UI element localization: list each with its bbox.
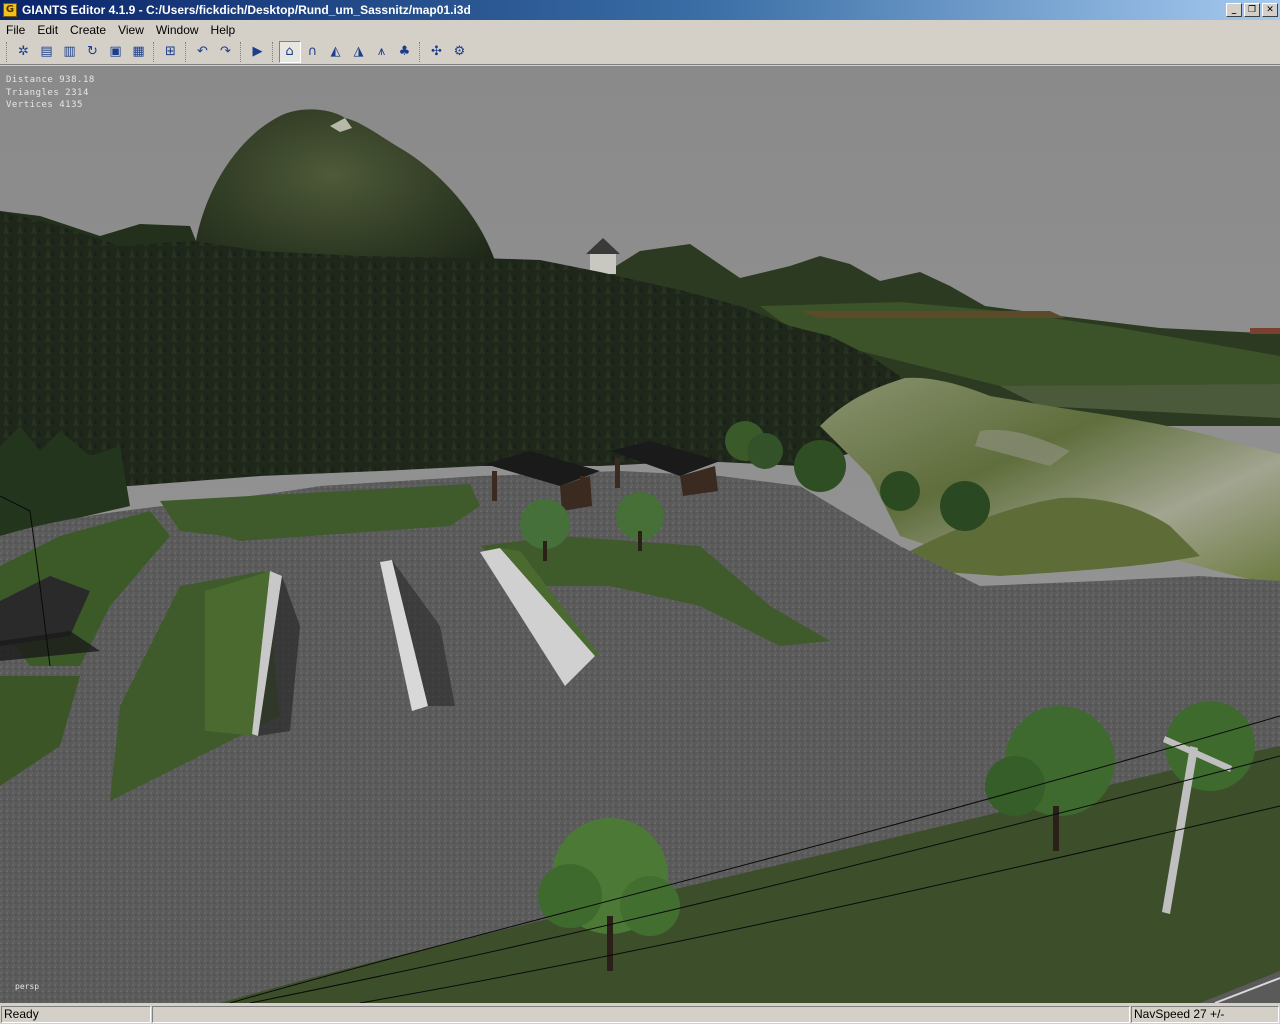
- menu-create[interactable]: Create: [64, 23, 112, 37]
- status-text: Ready: [1, 1006, 151, 1023]
- save-all-icon[interactable]: ▦: [128, 41, 150, 63]
- toolbar-separator: [240, 41, 243, 62]
- reload-icon[interactable]: ↻: [82, 41, 104, 63]
- menu-help[interactable]: Help: [205, 23, 242, 37]
- document-icon[interactable]: ▥: [59, 41, 81, 63]
- toolbar-separator: [419, 41, 422, 62]
- status-panel: [152, 1006, 1130, 1023]
- status-bar: Ready NavSpeed 27 +/-: [0, 1004, 1280, 1024]
- undo-icon[interactable]: ↶: [192, 41, 214, 63]
- restore-button[interactable]: ❐: [1244, 3, 1260, 17]
- far-field-brown: [800, 311, 1065, 318]
- stat-vertices: Vertices 4135: [6, 100, 83, 110]
- redo-icon[interactable]: ↷: [215, 41, 237, 63]
- title-bar: G GIANTS Editor 4.1.9 - C:/Users/fickdic…: [0, 0, 1280, 20]
- menu-bar: File Edit Create View Window Help: [0, 20, 1280, 39]
- menu-edit[interactable]: Edit: [31, 23, 64, 37]
- terrain-paint-icon[interactable]: ◮: [348, 41, 370, 63]
- scene-render: [0, 66, 1280, 1003]
- toolbar-separator: [272, 41, 275, 62]
- giants-app-icon: G: [3, 3, 17, 17]
- far-building: [1250, 328, 1280, 334]
- menu-file[interactable]: File: [0, 23, 31, 37]
- new-scene-icon[interactable]: ✲: [13, 41, 35, 63]
- stat-triangles: Triangles 2314: [6, 87, 89, 98]
- select-mode-icon[interactable]: ⌂: [278, 40, 301, 63]
- settings-icon[interactable]: ⚙: [449, 41, 471, 63]
- render-stats: Distance 938.18 Triangles 2314 Vertices …: [6, 74, 95, 112]
- stat-distance: Distance 938.18: [6, 75, 95, 85]
- 3d-viewport[interactable]: Distance 938.18 Triangles 2314 Vertices …: [0, 66, 1280, 1003]
- open-icon[interactable]: ▤: [36, 41, 58, 63]
- nav-speed: NavSpeed 27 +/-: [1131, 1006, 1279, 1023]
- menu-window[interactable]: Window: [150, 23, 205, 37]
- grass-paint-icon[interactable]: ♣: [394, 41, 416, 63]
- main-toolbar: ✲ ▤ ▥ ↻ ▣ ▦ ⊞ ↶ ↷ ▶ ⌂ ∩ ◭ ◮ ⩚ ♣ ✣ ⚙: [0, 39, 1280, 65]
- silo-wall-1: [205, 571, 300, 736]
- toolbar-separator: [153, 41, 156, 62]
- move-mode-icon[interactable]: ∩: [302, 41, 324, 63]
- save-icon[interactable]: ▣: [105, 41, 127, 63]
- play-icon[interactable]: ▶: [247, 41, 269, 63]
- toolbar-separator: [185, 41, 188, 62]
- foliage-paint-icon[interactable]: ⩚: [371, 41, 393, 63]
- close-button[interactable]: ✕: [1262, 3, 1278, 17]
- minimize-button[interactable]: _: [1226, 3, 1242, 17]
- toolbar-grip[interactable]: [6, 41, 9, 62]
- window-title: GIANTS Editor 4.1.9 - C:/Users/fickdich/…: [22, 3, 471, 17]
- particle-icon[interactable]: ✣: [426, 41, 448, 63]
- import-icon[interactable]: ⊞: [160, 41, 182, 63]
- terrain-sculpt-icon[interactable]: ◭: [325, 41, 347, 63]
- camera-label: persp: [15, 982, 40, 991]
- menu-view[interactable]: View: [112, 23, 150, 37]
